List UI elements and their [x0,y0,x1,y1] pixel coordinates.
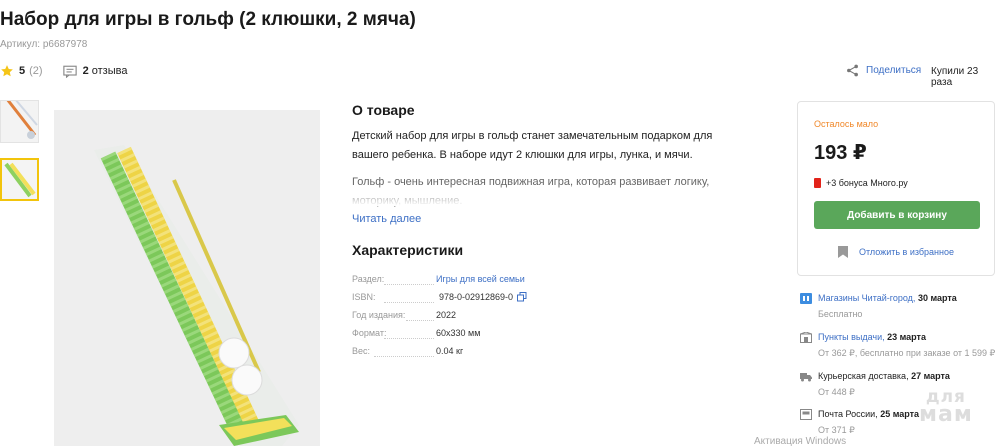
copy-icon[interactable] [517,292,527,302]
bought-count: Купили 23 раза [931,66,979,88]
spec-row-format: Формат: 60x330 мм [352,328,542,342]
share-label: Поделиться [866,65,922,76]
gallery-thumbnail-selected[interactable] [0,158,39,201]
reviews-link[interactable]: 2 отзыва [83,65,128,77]
stock-status: Осталось мало [814,119,879,129]
delivery-link-pickup[interactable]: Пункты выдачи, [818,332,885,342]
product-thumbnail-image [2,160,37,199]
delivery-cost: Бесплатно [818,309,863,319]
spec-dotted-leader [384,338,434,339]
star-icon [1,65,13,77]
spec-value-format: 60x330 мм [436,328,481,338]
delivery-cost: От 362 ₽, бесплатно при заказе от 1 599 … [818,348,996,358]
read-more-link[interactable]: Читать далее [352,213,421,225]
delivery-cost: От 371 ₽ [818,425,855,435]
spec-key: Год издания: [352,310,406,320]
delivery-date: 30 марта [917,293,957,303]
reviews-label: отзыва [91,65,128,77]
spec-value-year: 2022 [436,310,457,320]
delivery-date: 27 марта [911,371,950,381]
windows-activation-notice: Активация Windows [754,436,847,446]
description-fade-overlay [352,186,752,206]
bonus-text: +3 бонуса Много.ру [826,178,908,188]
spec-dotted-leader [374,356,434,357]
watermark-bottom: мам [919,402,973,427]
store-icon [800,293,812,304]
article-number: Артикул: р6687978 [0,39,88,50]
share-button[interactable]: Поделиться [846,64,921,77]
add-to-cart-button[interactable]: Добавить в корзину [814,201,980,229]
delivery-label-courier: Курьерская доставка, [818,371,909,381]
bookmark-icon [838,246,848,258]
reviews-count: 2 [82,65,89,77]
description-paragraph: Детский набор для игры в гольф станет за… [352,130,713,161]
spec-row-section: Раздел: Игры для всей семьи [352,274,542,288]
spec-key: ISBN: [352,292,376,302]
spec-value-weight: 0.04 кг [436,346,464,356]
spec-dotted-leader [384,302,434,303]
delivery-label-post: Почта России, [818,409,878,419]
bonus-info: +3 бонуса Много.ру [814,178,908,188]
delivery-date: 23 марта [887,332,926,342]
product-thumbnail-image [1,101,38,142]
spec-key: Формат: [352,328,387,338]
bonus-icon [814,178,821,188]
spec-dotted-leader [406,320,434,321]
post-icon [800,409,812,420]
add-to-favorites-button[interactable]: Отложить в избранное [838,246,954,258]
spec-row-isbn: ISBN: 978-0-02912869-0 [352,292,542,306]
gallery-thumbnail[interactable] [0,100,39,143]
delivery-option-stores: Магазины Читай-город, 30 марта Бесплатно [800,293,1000,323]
delivery-option-pickup: Пункты выдачи, 23 марта От 362 ₽, беспла… [800,332,1000,362]
golf-set-image [54,110,320,446]
pickup-point-icon [800,332,812,343]
product-main-image[interactable] [54,110,320,446]
delivery-cost: От 448 ₽ [818,387,855,397]
price: 193 ₽ [814,142,867,164]
spec-value-section-link[interactable]: Игры для всей семьи [436,274,525,284]
product-title: Набор для игры в гольф (2 клюшки, 2 мяча… [0,9,416,30]
spec-value-isbn: 978-0-02912869-0 [439,292,514,302]
share-icon [847,64,858,77]
spec-dotted-leader [384,284,434,285]
spec-key: Вес: [352,346,371,356]
about-title: О товаре [352,102,415,118]
watermark-logo: для мам [919,388,973,427]
reviews-icon[interactable] [62,65,77,78]
favorites-label: Отложить в избранное [859,247,954,257]
rating-count: (2) [29,65,43,77]
delivery-date: 25 марта [880,409,920,419]
spec-row-year: Год издания: 2022 [352,310,542,324]
delivery-link-stores[interactable]: Магазины Читай-город, [818,293,915,303]
rating-value: 5 [19,65,26,77]
spec-row-weight: Вес: 0.04 кг [352,346,542,360]
characteristics-title: Характеристики [352,242,464,258]
spec-key: Раздел: [352,274,385,284]
rating-row: 5 (2) 2 отзыва [0,63,127,79]
courier-truck-icon [800,373,812,382]
buy-card: Осталось мало 193 ₽ +3 бонуса Много.ру Д… [797,101,995,276]
